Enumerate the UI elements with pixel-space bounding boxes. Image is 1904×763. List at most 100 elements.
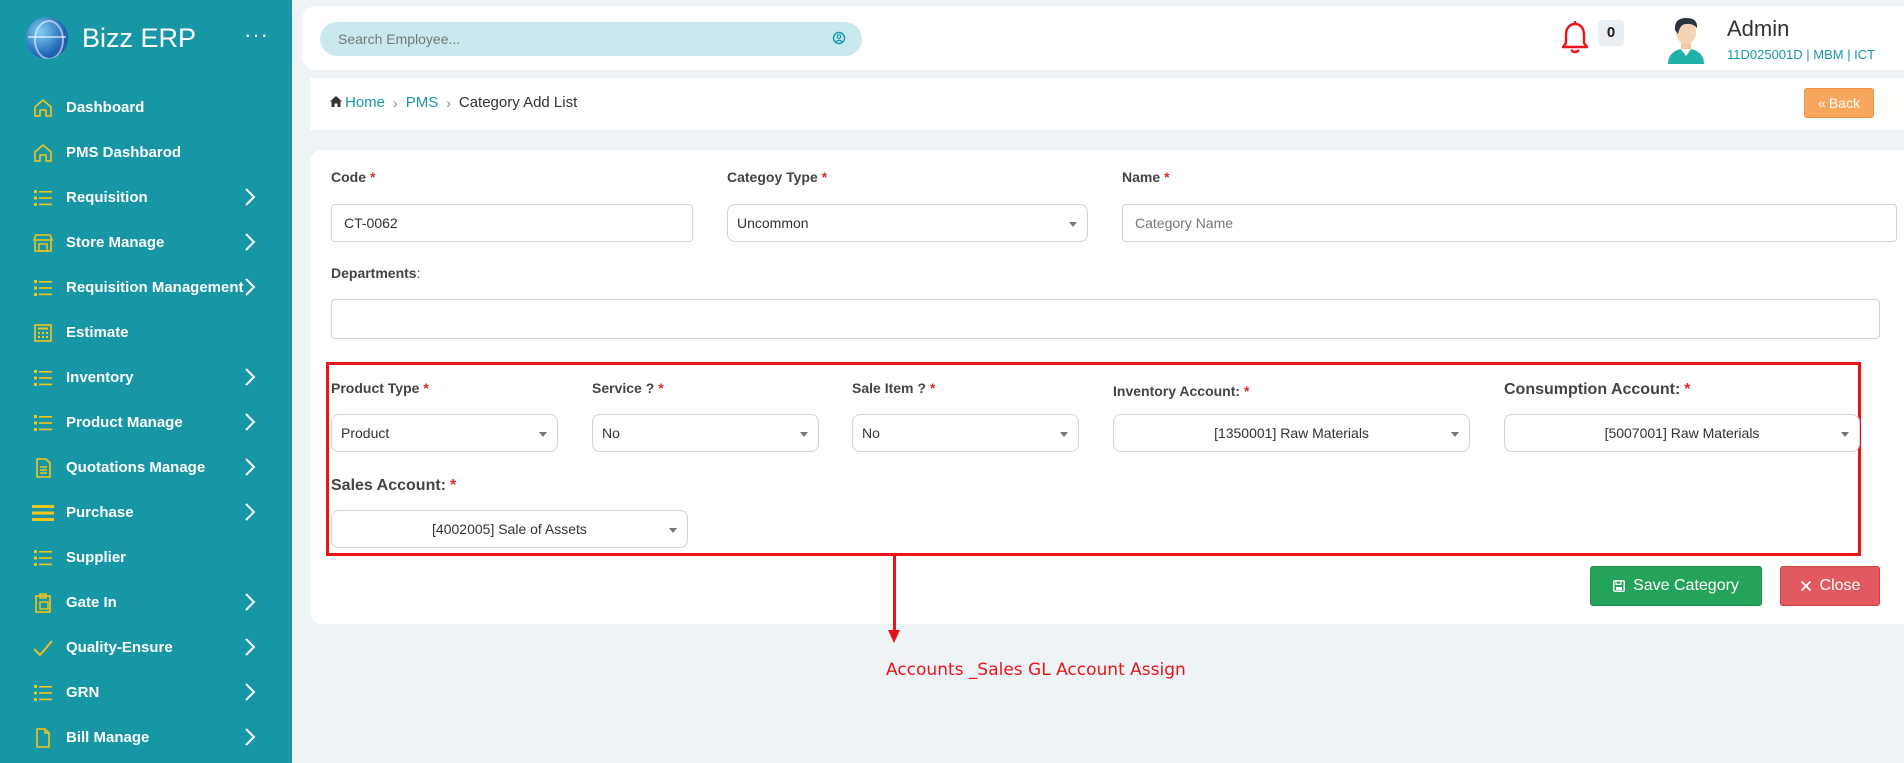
check-icon (32, 637, 54, 659)
bell-icon[interactable] (1560, 20, 1590, 61)
product-type-value: Product (341, 425, 390, 441)
inventory-account-select[interactable]: [1350001] Raw Materials (1113, 414, 1470, 452)
category-type-select[interactable]: Uncommon (727, 204, 1088, 242)
sidebar-item-estimate[interactable]: Estimate (0, 310, 292, 355)
annotation-arrow-line (893, 556, 896, 636)
search-input[interactable] (338, 31, 808, 47)
sidebar-item-supplier[interactable]: Supplier (0, 535, 292, 580)
calculator-icon (32, 322, 54, 344)
list-icon (32, 187, 54, 209)
product-type-select[interactable]: Product (331, 414, 558, 452)
sidebar-item-store-manage[interactable]: Store Manage (0, 220, 292, 265)
sales-account-value: [4002005] Sale of Assets (432, 521, 587, 537)
chevron-right-icon (240, 592, 260, 612)
sales-account-select[interactable]: [4002005] Sale of Assets (331, 510, 688, 548)
notification-count-badge[interactable]: 0 (1598, 20, 1624, 46)
list-icon (32, 367, 54, 389)
save-icon (1613, 580, 1625, 592)
name-field[interactable]: Category Name (1122, 204, 1897, 242)
user-name: Admin (1727, 16, 1790, 41)
sidebar-item-label: Store Manage (66, 234, 165, 251)
sidebar-item-dashboard[interactable]: Dashboard (0, 85, 292, 130)
chevron-right-icon (240, 637, 260, 657)
avatar[interactable] (1662, 14, 1710, 64)
category-type-label: Categoy Type * (727, 169, 828, 185)
caret-down-icon (1451, 432, 1459, 437)
sidebar-item-label: Supplier (66, 549, 127, 566)
caret-down-icon (1841, 432, 1849, 437)
chevron-right-icon (240, 232, 260, 252)
sidebar-item-inventory[interactable]: Inventory (0, 355, 292, 400)
home-icon (330, 94, 342, 111)
file-icon (32, 727, 54, 749)
sidebar-item-quotations-manage[interactable]: Quotations Manage (0, 445, 292, 490)
annotation-text: Accounts _Sales GL Account Assign (886, 660, 1186, 680)
annotation-arrow-head (888, 630, 900, 643)
app-title: Bizz ERP (82, 22, 197, 53)
inventory-account-value: [1350001] Raw Materials (1214, 425, 1369, 441)
clipboard-icon (32, 592, 54, 614)
sidebar-item-label: Dashboard (66, 99, 145, 116)
close-icon (1800, 580, 1812, 592)
sidebar-item-label: Quotations Manage (66, 459, 206, 476)
service-label: Service ? * (592, 380, 664, 396)
breadcrumb-current: Category Add List (458, 94, 578, 111)
chevron-right-icon (240, 727, 260, 747)
caret-down-icon (1060, 432, 1068, 437)
back-label: Back (1828, 95, 1860, 111)
chevron-right-icon (240, 457, 260, 477)
store-icon (32, 232, 54, 254)
sidebar-item-label: Requisition (66, 189, 148, 206)
sidebar-item-grn[interactable]: GRN (0, 670, 292, 715)
angle-double-left-icon: « (1818, 95, 1826, 111)
chevron-right-icon (240, 682, 260, 702)
name-placeholder: Category Name (1135, 215, 1234, 231)
inventory-account-label: Inventory Account: * (1113, 383, 1250, 399)
departments-field[interactable] (331, 299, 1880, 339)
sale-item-select[interactable]: No (852, 414, 1079, 452)
search-bar (320, 22, 862, 56)
sidebar-item-requisition[interactable]: Requisition (0, 175, 292, 220)
caret-down-icon (1069, 222, 1077, 227)
chevron-right-icon (240, 277, 260, 297)
close-button[interactable]: Close (1780, 566, 1880, 606)
sidebar-item-bill-manage[interactable]: Bill Manage (0, 715, 292, 760)
sales-account-label: Sales Account: * (331, 477, 457, 494)
back-button[interactable]: « Back (1804, 88, 1874, 118)
sidebar-item-quality-ensure[interactable]: Quality-Ensure (0, 625, 292, 670)
list-icon (32, 277, 54, 299)
departments-label: Departments: (331, 265, 421, 281)
sidebar-item-pms-dashbarod[interactable]: PMS Dashbarod (0, 130, 292, 175)
sidebar-item-product-manage[interactable]: Product Manage (0, 400, 292, 445)
home-icon (32, 142, 54, 164)
sidebar-item-purchase[interactable]: Purchase (0, 490, 292, 535)
save-category-button[interactable]: Save Category (1590, 566, 1762, 606)
sidebar-item-label: Bill Manage (66, 729, 150, 746)
sidebar-item-requisition-management[interactable]: Requisition Management (0, 265, 292, 310)
chevron-right-icon (240, 367, 260, 387)
service-value: No (602, 425, 620, 441)
more-options-icon[interactable]: ··· (244, 22, 269, 48)
consumption-account-select[interactable]: [5007001] Raw Materials (1504, 414, 1860, 452)
product-type-label: Product Type * (331, 380, 429, 396)
consumption-account-value: [5007001] Raw Materials (1604, 425, 1760, 441)
chevron-right-icon: › (393, 94, 398, 111)
search-icon[interactable] (832, 31, 846, 50)
chevron-right-icon (240, 412, 260, 432)
sale-item-label: Sale Item ? * (852, 380, 936, 396)
close-label: Close (1819, 577, 1861, 594)
sidebar-item-label: Product Manage (66, 414, 183, 431)
breadcrumb-home[interactable]: Home (330, 94, 385, 111)
breadcrumb-pms[interactable]: PMS (406, 94, 439, 111)
chevron-right-icon: › (446, 94, 451, 111)
home-icon (32, 97, 54, 119)
sidebar-item-label: Requisition Management (66, 279, 244, 296)
service-select[interactable]: No (592, 414, 819, 452)
code-field[interactable]: CT-0062 (331, 204, 693, 242)
caret-down-icon (539, 432, 547, 437)
list-icon (32, 682, 54, 704)
list-icon (32, 547, 54, 569)
code-label: Code * (331, 169, 376, 185)
sidebar-item-gate-in[interactable]: Gate In (0, 580, 292, 625)
brand[interactable]: Bizz ERP (26, 16, 196, 60)
